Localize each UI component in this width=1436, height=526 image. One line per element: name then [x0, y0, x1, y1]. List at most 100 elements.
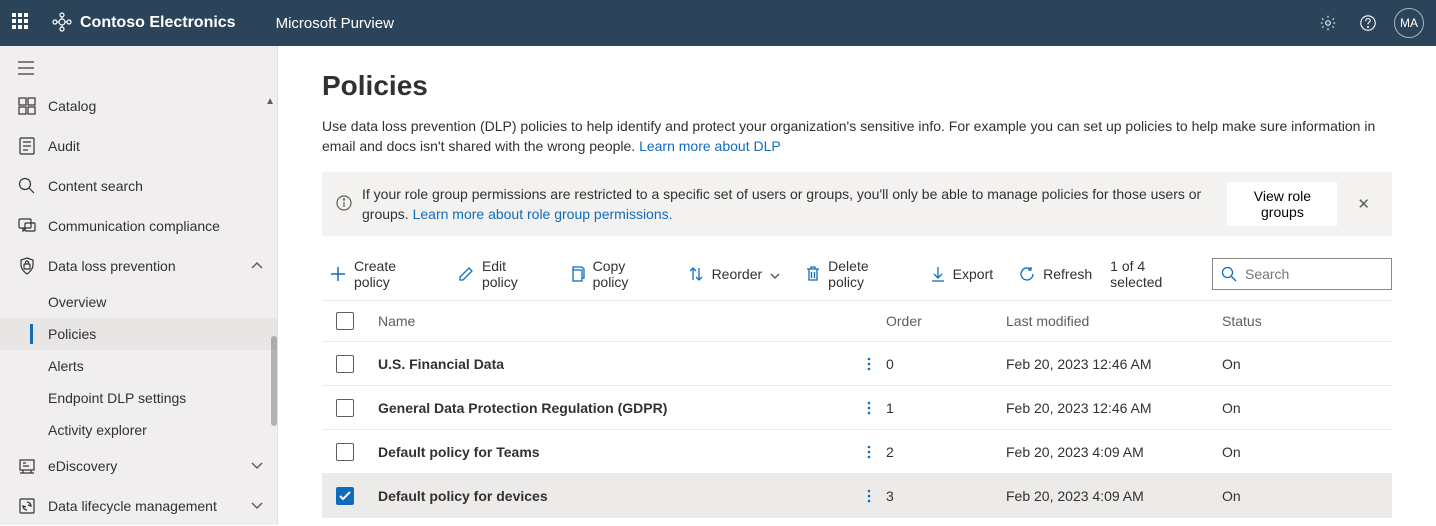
help-icon	[1359, 14, 1377, 32]
search-input[interactable]	[1245, 266, 1426, 282]
tenant-icon	[52, 12, 72, 35]
policy-order: 1	[886, 400, 1006, 416]
policy-modified: Feb 20, 2023 4:09 AM	[1006, 444, 1222, 460]
main-content: Policies Use data loss prevention (DLP) …	[278, 46, 1436, 525]
policy-status: On	[1222, 444, 1392, 460]
refresh-button[interactable]: Refresh	[1011, 258, 1100, 290]
sidebar-item-label: Communication compliance	[48, 218, 263, 234]
row-more-button[interactable]	[852, 401, 886, 415]
export-button[interactable]: Export	[923, 258, 1001, 290]
row-more-button[interactable]	[852, 357, 886, 371]
view-role-groups-button[interactable]: View role groups	[1227, 182, 1337, 226]
avatar[interactable]: MA	[1394, 8, 1424, 38]
product-name[interactable]: Microsoft Purview	[276, 15, 394, 32]
edit-policy-button[interactable]: Edit policy	[450, 258, 551, 290]
recycle-icon	[18, 497, 36, 515]
chevron-down-icon	[251, 459, 263, 473]
learn-more-dlp-link[interactable]: Learn more about DLP	[639, 138, 781, 154]
settings-button[interactable]	[1308, 3, 1348, 43]
row-checkbox[interactable]	[336, 355, 354, 373]
scrollbar-thumb[interactable]	[271, 336, 277, 426]
chevron-up-icon	[251, 259, 263, 273]
sidebar-item-data-lifecycle[interactable]: Data lifecycle management	[0, 486, 277, 526]
row-more-button[interactable]	[852, 445, 886, 459]
help-button[interactable]	[1348, 3, 1388, 43]
tenant-name[interactable]: Contoso Electronics	[80, 14, 236, 32]
row-checkbox[interactable]	[336, 443, 354, 461]
collapse-sidebar-button[interactable]	[0, 50, 278, 86]
sidebar-sub-endpoint-dlp-settings[interactable]: Endpoint DLP settings	[0, 382, 277, 414]
gear-icon	[1319, 14, 1337, 32]
table-row[interactable]: U.S. Financial Data 0 Feb 20, 2023 12:46…	[322, 342, 1392, 386]
column-header-status[interactable]: Status	[1222, 313, 1392, 329]
catalog-icon	[18, 97, 36, 115]
select-all-checkbox[interactable]	[336, 312, 354, 330]
sidebar-sub-policies[interactable]: Policies	[0, 318, 277, 350]
learn-more-role-permissions-link[interactable]: Learn more about role group permissions.	[413, 206, 673, 222]
policy-order: 0	[886, 356, 1006, 372]
search-icon	[18, 177, 36, 195]
policy-name: General Data Protection Regulation (GDPR…	[378, 400, 852, 416]
dlp-subnav: Overview Policies Alerts Endpoint DLP se…	[0, 286, 277, 446]
shield-icon	[18, 257, 36, 275]
pencil-icon	[458, 266, 474, 282]
toolbar: Create policy Edit policy Copy policy Re…	[322, 254, 1392, 294]
policy-status: On	[1222, 400, 1392, 416]
scroll-caret-icon[interactable]: ▲	[265, 96, 275, 107]
create-policy-button[interactable]: Create policy	[322, 258, 440, 290]
table-header-row: Name Order Last modified Status	[322, 300, 1392, 342]
table-row[interactable]: Default policy for Teams 2 Feb 20, 2023 …	[322, 430, 1392, 474]
app-launcher-icon[interactable]	[12, 13, 32, 33]
policies-table: Name Order Last modified Status U.S. Fin…	[322, 300, 1392, 518]
row-checkbox[interactable]	[336, 399, 354, 417]
chevron-down-icon	[251, 499, 263, 513]
sidebar-item-label: eDiscovery	[48, 458, 251, 474]
copy-icon	[569, 266, 585, 282]
sidebar-item-audit[interactable]: Audit	[0, 126, 277, 166]
sidebar-item-label: Content search	[48, 178, 263, 194]
sidebar-item-label: Data loss prevention	[48, 258, 251, 274]
column-header-name[interactable]: Name	[378, 313, 852, 329]
plus-icon	[330, 266, 346, 282]
row-more-button[interactable]	[852, 489, 886, 503]
policy-modified: Feb 20, 2023 4:09 AM	[1006, 488, 1222, 504]
ediscovery-icon	[18, 457, 36, 475]
info-text: If your role group permissions are restr…	[362, 184, 1215, 224]
sidebar-item-dlp[interactable]: Data loss prevention	[0, 246, 277, 286]
trash-icon	[806, 266, 820, 282]
reorder-icon	[688, 266, 704, 282]
sidebar-item-label: Audit	[48, 138, 263, 154]
policy-modified: Feb 20, 2023 12:46 AM	[1006, 356, 1222, 372]
policy-status: On	[1222, 356, 1392, 372]
sidebar-item-ediscovery[interactable]: eDiscovery	[0, 446, 277, 486]
policy-status: On	[1222, 488, 1392, 504]
audit-icon	[18, 137, 36, 155]
policy-name: U.S. Financial Data	[378, 356, 852, 372]
column-header-order[interactable]: Order	[886, 313, 1006, 329]
policy-order: 2	[886, 444, 1006, 460]
search-box[interactable]	[1212, 258, 1392, 290]
copy-policy-button[interactable]: Copy policy	[561, 258, 670, 290]
search-icon	[1221, 266, 1237, 282]
reorder-button[interactable]: Reorder	[680, 258, 789, 290]
policy-name: Default policy for Teams	[378, 444, 852, 460]
sidebar-item-communication-compliance[interactable]: Communication compliance	[0, 206, 277, 246]
sidebar-sub-alerts[interactable]: Alerts	[0, 350, 277, 382]
sidebar-sub-activity-explorer[interactable]: Activity explorer	[0, 414, 277, 446]
refresh-icon	[1019, 266, 1035, 282]
policy-modified: Feb 20, 2023 12:46 AM	[1006, 400, 1222, 416]
page-title: Policies	[322, 70, 1392, 102]
delete-policy-button[interactable]: Delete policy	[798, 258, 913, 290]
chevron-down-icon	[770, 266, 780, 282]
info-banner: If your role group permissions are restr…	[322, 172, 1392, 236]
row-checkbox[interactable]	[336, 487, 354, 505]
dismiss-banner-button[interactable]: ✕	[1349, 191, 1378, 217]
sidebar-item-content-search[interactable]: Content search	[0, 166, 277, 206]
column-header-modified[interactable]: Last modified	[1006, 313, 1222, 329]
page-description: Use data loss prevention (DLP) policies …	[322, 116, 1392, 156]
table-row[interactable]: Default policy for devices 3 Feb 20, 202…	[322, 474, 1392, 518]
table-row[interactable]: General Data Protection Regulation (GDPR…	[322, 386, 1392, 430]
policy-order: 3	[886, 488, 1006, 504]
sidebar-sub-overview[interactable]: Overview	[0, 286, 277, 318]
sidebar-item-catalog[interactable]: Catalog	[0, 86, 277, 126]
